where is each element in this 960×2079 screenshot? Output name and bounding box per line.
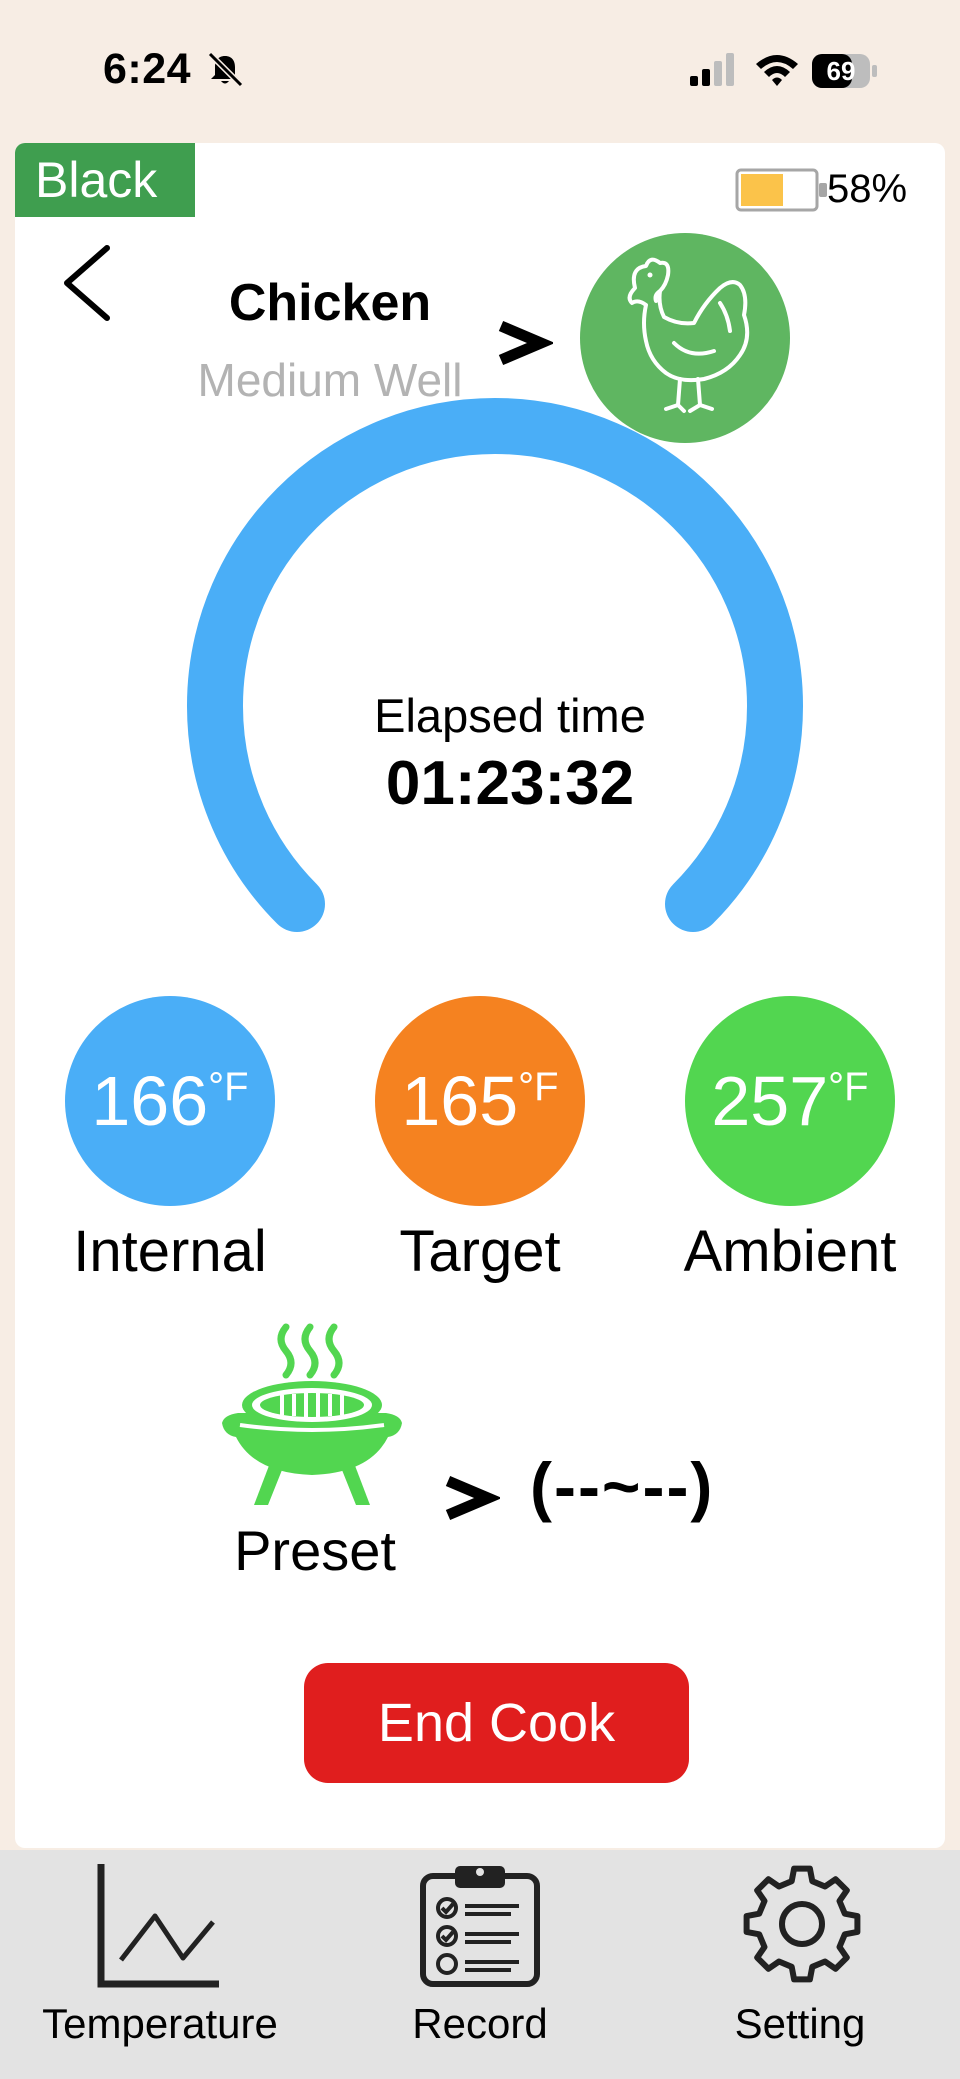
- tab-setting[interactable]: Setting: [655, 1850, 945, 2079]
- wifi-icon: [756, 55, 798, 86]
- ambient-temp-circle: 257 °F: [685, 996, 895, 1206]
- food-name[interactable]: Chicken: [115, 273, 545, 333]
- target-temp-unit: °F: [518, 1065, 559, 1109]
- food-icon-button[interactable]: [580, 233, 790, 443]
- gear-icon: [743, 1865, 861, 1983]
- food-select-arrow-icon[interactable]: [493, 308, 553, 378]
- line-chart-icon: [97, 1864, 219, 1988]
- phone-battery: 69: [812, 54, 878, 88]
- cook-card: Black 58% Chicken Medium Well Elapsed ti…: [15, 143, 945, 1848]
- device-battery-percent: 58%: [827, 167, 908, 211]
- status-time: 6:24: [103, 45, 192, 93]
- tab-temperature-label: Temperature: [42, 2000, 278, 2047]
- preset-select-arrow-icon[interactable]: [440, 1463, 500, 1533]
- device-battery-icon: [735, 168, 827, 212]
- target-temp-value: 165: [401, 1062, 519, 1140]
- ambient-temp-unit: °F: [828, 1065, 869, 1109]
- grill-icon[interactable]: [220, 1323, 410, 1513]
- end-cook-button[interactable]: End Cook: [304, 1663, 689, 1783]
- internal-temp-unit: °F: [208, 1065, 249, 1109]
- bell-muted-icon: [207, 51, 244, 88]
- internal-temp-label: Internal: [73, 1219, 267, 1284]
- ambient-temp-value: 257: [711, 1062, 829, 1140]
- tab-setting-label: Setting: [734, 2000, 866, 2047]
- chicken-icon: [627, 257, 750, 413]
- preset-label: Preset: [234, 1519, 396, 1582]
- ambient-temp-label: Ambient: [683, 1219, 897, 1284]
- target-temp-label: Target: [399, 1219, 561, 1284]
- doneness-level[interactable]: Medium Well: [115, 353, 545, 407]
- internal-temp-value: 166: [91, 1062, 209, 1140]
- phone-battery-level: 69: [826, 56, 856, 86]
- clipboard-checklist-icon: [420, 1866, 540, 1987]
- internal-temp-circle: 166 °F: [65, 996, 275, 1206]
- bottom-tab-bar: Temperature Record Setting: [0, 1850, 960, 2079]
- device-name-tag[interactable]: Black: [15, 143, 195, 217]
- elapsed-time-label: Elapsed time: [374, 689, 646, 742]
- tab-record-label: Record: [412, 2000, 548, 2047]
- tab-record[interactable]: Record: [335, 1850, 625, 2079]
- elapsed-time-value: 01:23:32: [385, 749, 635, 818]
- preset-value[interactable]: (--~--): [530, 1448, 714, 1524]
- status-bar: 6:24 69: [0, 0, 960, 140]
- cellular-signal-icon: [690, 53, 734, 86]
- tab-temperature[interactable]: Temperature: [15, 1850, 305, 2079]
- target-temp-circle[interactable]: 165 °F: [375, 996, 585, 1206]
